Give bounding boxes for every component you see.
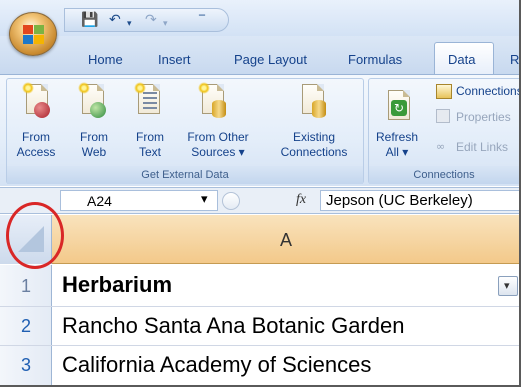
existing-connections-icon — [298, 82, 328, 120]
office-logo-icon — [23, 25, 45, 45]
tab-page-layout[interactable]: Page Layout — [234, 52, 307, 67]
access-doc-icon — [22, 82, 52, 120]
tab-review[interactable]: R — [510, 52, 519, 67]
fx-icon[interactable]: fx — [296, 192, 306, 208]
row-number-1[interactable]: 1 — [0, 276, 52, 297]
name-box-dropdown-icon[interactable]: ▾ — [201, 192, 208, 207]
tab-data[interactable]: Data — [448, 52, 475, 67]
row-divider — [0, 345, 521, 346]
undo-dropdown-icon[interactable]: ▾ — [127, 17, 132, 31]
cell-a2[interactable]: Rancho Santa Ana Botanic Garden — [62, 313, 404, 339]
save-icon[interactable]: 💾 — [81, 13, 98, 27]
customize-toolbar-icon[interactable]: ‾ — [199, 13, 205, 27]
column-header-a[interactable]: A — [280, 230, 292, 251]
formula-input[interactable]: Jepson (UC Berkeley) — [320, 190, 521, 211]
annotation-circle — [6, 202, 64, 269]
name-box-value: A24 — [87, 193, 112, 209]
row-number-2[interactable]: 2 — [0, 316, 52, 337]
get-external-data-label: Get External Data — [7, 166, 363, 184]
edit-links-icon: ∞ — [436, 140, 446, 153]
connections-icon — [436, 84, 452, 99]
quick-access-toolbar: 💾 ↶ ▾ ↷ ▾ ‾ — [64, 8, 229, 32]
connections-group-label: Connections — [369, 166, 519, 184]
other-sources-doc-icon — [198, 82, 228, 120]
row-divider — [0, 306, 521, 307]
text-doc-icon — [134, 82, 164, 120]
office-button[interactable] — [9, 12, 57, 56]
row-number-3[interactable]: 3 — [0, 355, 52, 376]
undo-icon[interactable]: ↶ — [109, 13, 121, 27]
tab-insert[interactable]: Insert — [158, 52, 191, 67]
name-box[interactable]: A24 ▾ — [60, 190, 218, 211]
tab-home[interactable]: Home — [88, 52, 123, 67]
refresh-icon: ↻ — [384, 88, 414, 126]
cell-a3[interactable]: California Academy of Sciences — [62, 352, 371, 378]
properties-icon — [436, 109, 450, 123]
web-doc-icon — [78, 82, 108, 120]
formula-circle-icon — [222, 192, 240, 210]
column-header-row — [0, 215, 521, 264]
excel-window: 💾 ↶ ▾ ↷ ▾ ‾ Home Insert Page Layout Form… — [0, 0, 521, 387]
cell-a1-herbarium-header[interactable]: Herbarium — [62, 272, 172, 298]
redo-dropdown-icon[interactable]: ▾ — [163, 17, 168, 31]
formula-value: Jepson (UC Berkeley) — [326, 192, 473, 209]
filter-dropdown-icon: ▾ — [504, 279, 510, 292]
tab-formulas[interactable]: Formulas — [348, 52, 402, 67]
autofilter-dropdown-button[interactable]: ▾ — [498, 276, 518, 296]
redo-icon[interactable]: ↷ — [145, 13, 157, 27]
